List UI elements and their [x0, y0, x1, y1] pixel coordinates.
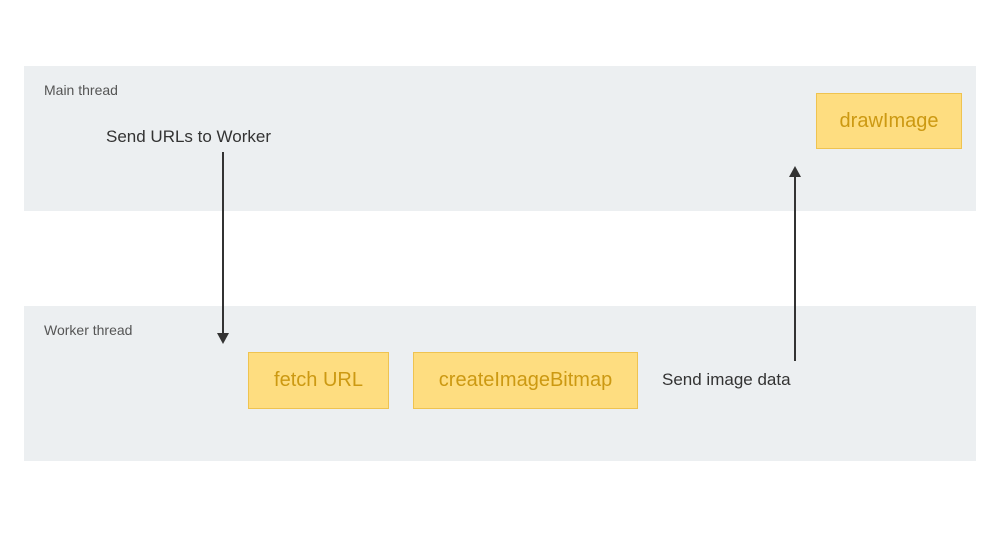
- arrow-down-line: [222, 152, 224, 335]
- send-urls-label: Send URLs to Worker: [106, 127, 271, 147]
- draw-image-box: drawImage: [816, 93, 962, 149]
- arrow-down-head: [217, 333, 229, 344]
- fetch-url-box: fetch URL: [248, 352, 389, 409]
- send-image-data-label: Send image data: [662, 370, 791, 390]
- arrow-up-line: [794, 175, 796, 361]
- main-thread-label: Main thread: [44, 82, 118, 98]
- worker-thread-label: Worker thread: [44, 322, 132, 338]
- create-image-bitmap-box: createImageBitmap: [413, 352, 638, 409]
- arrow-up-head: [789, 166, 801, 177]
